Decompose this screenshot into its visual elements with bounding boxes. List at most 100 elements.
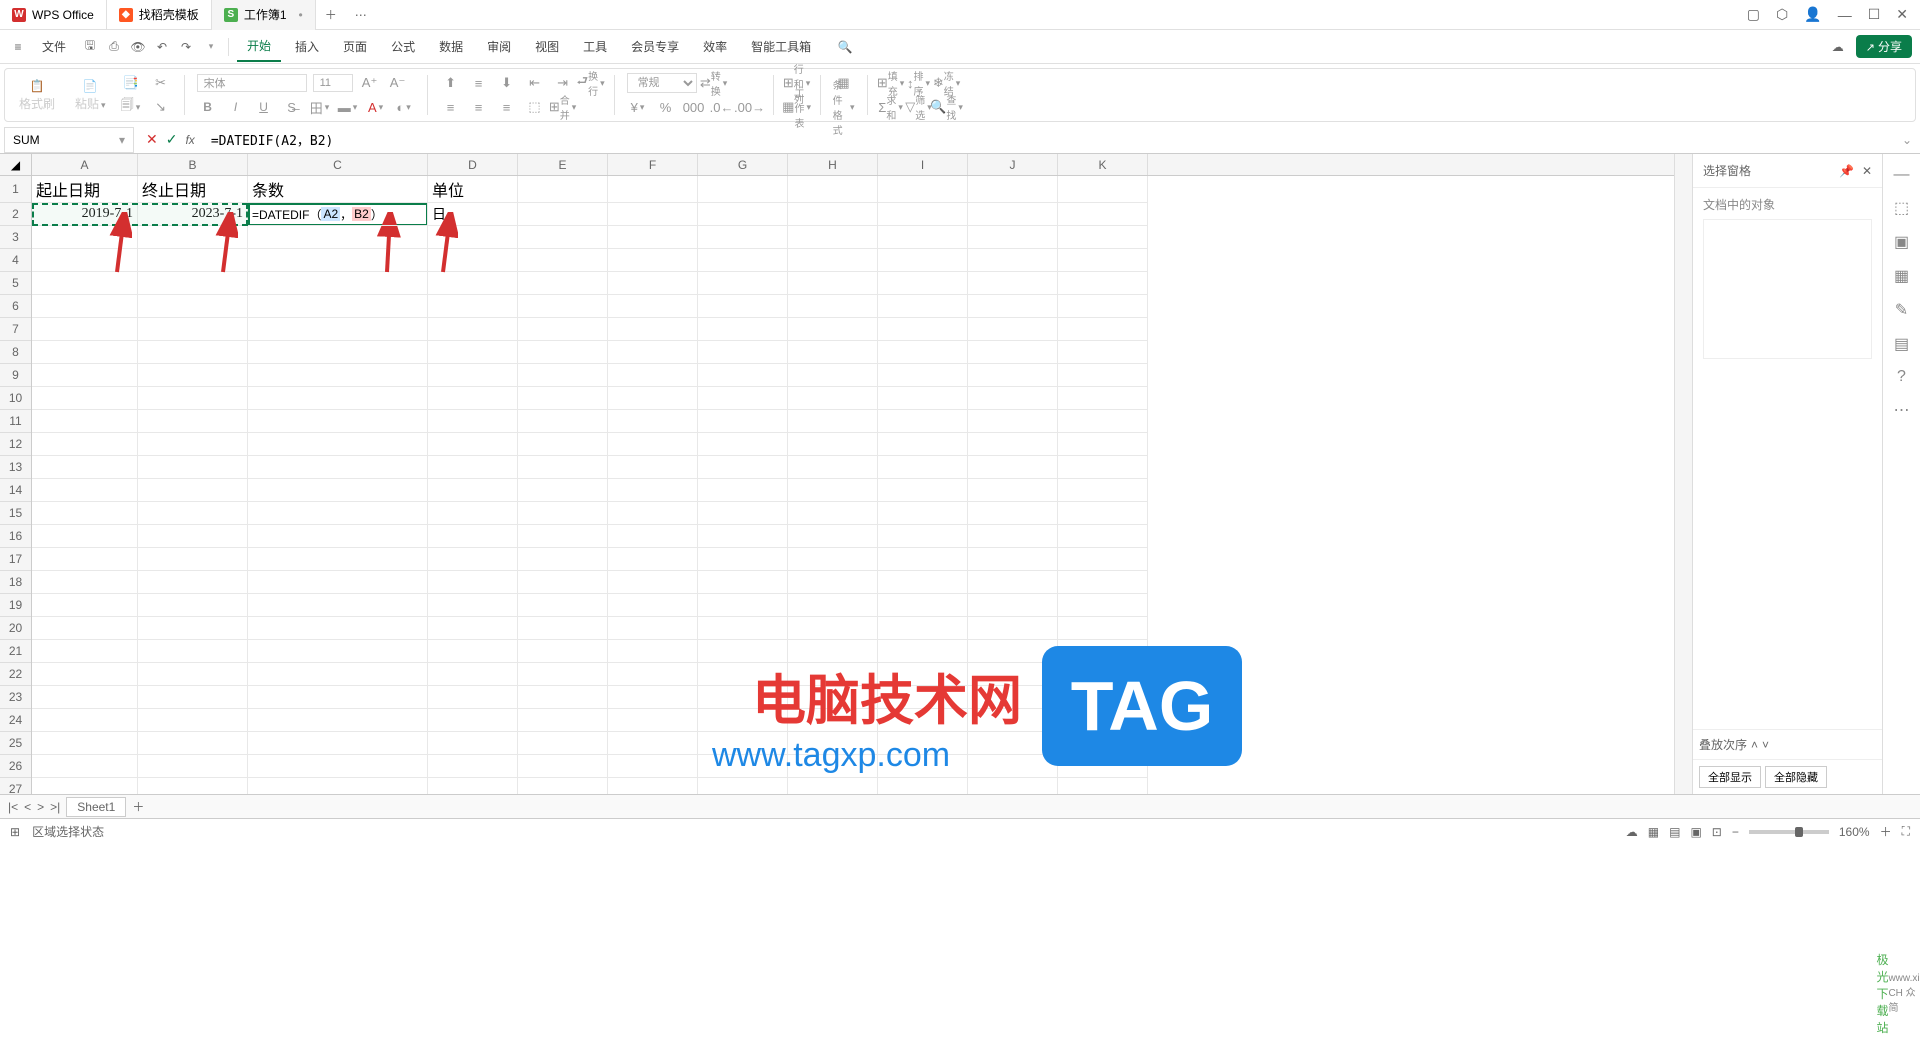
comma-icon[interactable]: 000 [683, 96, 705, 118]
help-icon[interactable]: ? [1897, 368, 1906, 386]
italic-icon[interactable]: I [225, 96, 247, 118]
cell[interactable] [518, 387, 608, 410]
cell[interactable] [138, 318, 248, 341]
cond-format-button[interactable]: 条件格式 [833, 96, 855, 118]
cell[interactable] [788, 456, 878, 479]
cell[interactable] [32, 686, 138, 709]
add-sheet-icon[interactable]: ＋ [132, 798, 144, 815]
filter-button[interactable]: ▽ 筛选 [908, 96, 930, 118]
cell[interactable] [248, 640, 428, 663]
fill-button[interactable]: ⊞ 填充 [880, 72, 902, 94]
row-header[interactable]: 1 [0, 176, 31, 203]
menu-page[interactable]: 页面 [333, 32, 377, 61]
cell[interactable] [518, 272, 608, 295]
cell[interactable] [968, 479, 1058, 502]
cell[interactable] [518, 249, 608, 272]
cell[interactable] [248, 525, 428, 548]
menu-view[interactable]: 视图 [525, 32, 569, 61]
cell[interactable] [788, 341, 878, 364]
redo-icon[interactable]: ↷ [176, 37, 196, 57]
cell[interactable] [878, 525, 968, 548]
cell[interactable] [32, 571, 138, 594]
cell[interactable] [878, 686, 968, 709]
cell[interactable] [968, 364, 1058, 387]
cell[interactable] [968, 755, 1058, 778]
cell[interactable] [968, 571, 1058, 594]
cell[interactable] [428, 617, 518, 640]
highlight-icon[interactable]: ◐ [393, 96, 415, 118]
cell[interactable] [138, 272, 248, 295]
increase-font-icon[interactable]: A⁺ [359, 72, 381, 94]
cell[interactable] [788, 318, 878, 341]
cell[interactable] [878, 456, 968, 479]
cell[interactable] [428, 456, 518, 479]
format-painter-button[interactable]: 📋格式刷 [13, 77, 61, 114]
fullscreen-icon[interactable]: ⛶ [1902, 824, 1910, 839]
row-header[interactable]: 15 [0, 502, 31, 525]
font-color-icon[interactable]: A [365, 96, 387, 118]
chevron-down-icon[interactable]: ▾ [119, 133, 125, 147]
cell[interactable] [608, 341, 698, 364]
cell[interactable] [32, 295, 138, 318]
menu-data[interactable]: 数据 [429, 32, 473, 61]
cell[interactable] [608, 433, 698, 456]
select-all-corner[interactable]: ◢ [0, 154, 32, 175]
row-header[interactable]: 19 [0, 594, 31, 617]
convert-button[interactable]: ⇄ 转换 [703, 72, 725, 94]
cell[interactable] [968, 226, 1058, 249]
cell[interactable] [788, 433, 878, 456]
align-center-icon[interactable]: ≡ [468, 96, 490, 118]
cell[interactable] [1058, 594, 1148, 617]
menu-review[interactable]: 审阅 [477, 32, 521, 61]
undo-icon[interactable]: ↶ [152, 37, 172, 57]
cell[interactable] [878, 663, 968, 686]
cell[interactable] [138, 686, 248, 709]
menu-insert[interactable]: 插入 [285, 32, 329, 61]
cell[interactable] [878, 364, 968, 387]
row-header[interactable]: 27 [0, 778, 31, 794]
cell[interactable] [608, 640, 698, 663]
cell[interactable] [698, 249, 788, 272]
cell[interactable] [518, 640, 608, 663]
cell[interactable] [518, 226, 608, 249]
cell[interactable] [518, 502, 608, 525]
row-header[interactable]: 9 [0, 364, 31, 387]
cell[interactable] [428, 249, 518, 272]
cell[interactable] [878, 387, 968, 410]
cell[interactable] [608, 249, 698, 272]
cell-C1[interactable]: 条数 [248, 176, 428, 203]
cell[interactable] [788, 272, 878, 295]
cell[interactable] [1058, 640, 1148, 663]
prev-sheet-icon[interactable]: < [24, 800, 31, 814]
cell[interactable] [968, 410, 1058, 433]
row-header[interactable]: 11 [0, 410, 31, 433]
save-icon[interactable]: 🖫 [80, 37, 100, 57]
cell[interactable] [878, 318, 968, 341]
cell[interactable] [428, 341, 518, 364]
cell-D1[interactable]: 单位 [428, 176, 518, 203]
clipboard-dropdown[interactable]: 🗐 [120, 96, 142, 118]
cell[interactable] [608, 709, 698, 732]
cell[interactable] [878, 617, 968, 640]
cell[interactable] [248, 433, 428, 456]
cells-container[interactable]: 起止日期 终止日期 条数 单位 2019-7-1 2023-7-1 [32, 176, 1148, 794]
cell[interactable] [518, 410, 608, 433]
show-all-button[interactable]: 全部显示 [1699, 766, 1761, 788]
formula-confirm-icon[interactable]: ✓ [166, 131, 178, 148]
cell[interactable] [1058, 456, 1148, 479]
font-size-select[interactable] [313, 74, 353, 92]
cell[interactable] [878, 502, 968, 525]
cell[interactable] [518, 433, 608, 456]
cell-B2[interactable]: 2023-7-1 [138, 203, 248, 226]
cell[interactable] [788, 387, 878, 410]
cell[interactable] [518, 571, 608, 594]
freeze-button[interactable]: ❄ 冻结 [936, 72, 958, 94]
merge-button[interactable]: ⊞ 合并 [552, 96, 574, 118]
cell[interactable] [878, 755, 968, 778]
cell[interactable] [608, 387, 698, 410]
cell[interactable] [32, 318, 138, 341]
cell[interactable] [1058, 778, 1148, 794]
cell[interactable] [32, 387, 138, 410]
cell[interactable] [428, 755, 518, 778]
cell[interactable] [1058, 226, 1148, 249]
